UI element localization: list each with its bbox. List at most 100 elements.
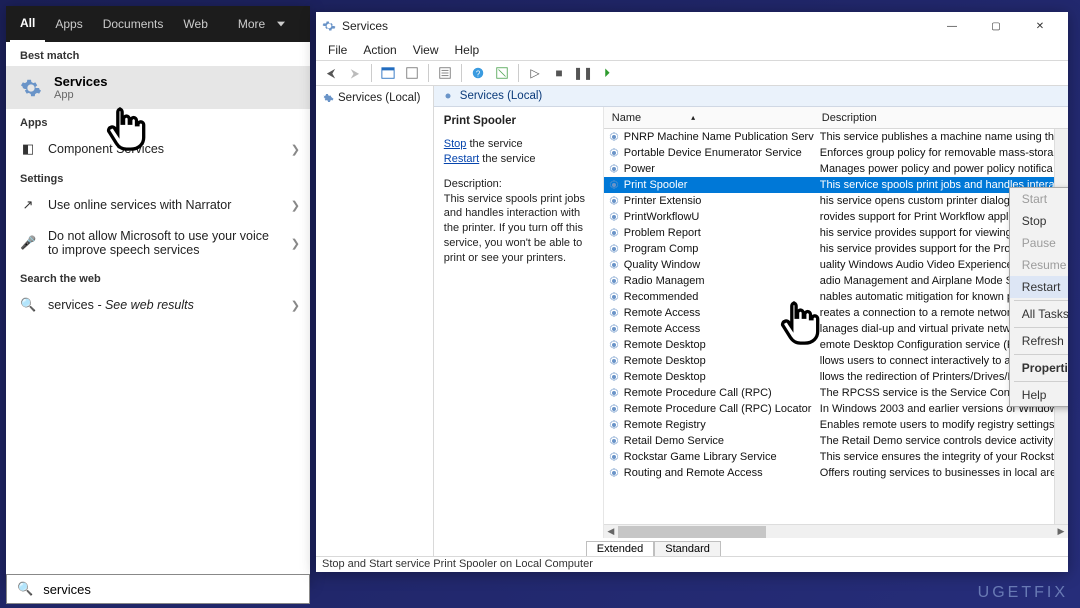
service-row[interactable]: Portable Device Enumerator ServiceEnforc… <box>604 145 1068 161</box>
service-row[interactable]: Remote Accessreates a connection to a re… <box>604 305 1068 321</box>
service-row[interactable]: Radio Managemadio Management and Airplan… <box>604 273 1068 289</box>
service-row[interactable]: Quality Windowuality Windows Audio Video… <box>604 257 1068 273</box>
service-row[interactable]: Remote Desktopllows the redirection of P… <box>604 369 1068 385</box>
pane-tabs: Extended Standard <box>434 538 1068 556</box>
search-input-value[interactable]: services <box>43 582 91 597</box>
service-row[interactable]: Remote Procedure Call (RPC) LocatorIn Wi… <box>604 401 1068 417</box>
col-description[interactable]: Description <box>814 112 1068 124</box>
tab-more[interactable]: More <box>218 17 295 31</box>
gear-icon <box>322 19 336 33</box>
service-row[interactable]: PowerManages power policy and power poli… <box>604 161 1068 177</box>
service-row[interactable]: PrintWorkflowUrovides support for Print … <box>604 209 1068 225</box>
stop-service-button[interactable]: ■ <box>548 63 570 83</box>
service-row[interactable]: Retail Demo ServiceThe Retail Demo servi… <box>604 433 1068 449</box>
horizontal-scrollbar[interactable]: ◀ ▶ <box>604 524 1068 538</box>
stop-link[interactable]: Stop <box>444 138 467 150</box>
service-row[interactable]: Print SpoolerThis service spools print j… <box>604 177 1068 193</box>
service-row[interactable]: Program Comphis service provides support… <box>604 241 1068 257</box>
best-match-item[interactable]: Services App <box>6 66 310 109</box>
component-icon: ◧ <box>20 141 36 157</box>
scroll-left-icon[interactable]: ◀ <box>604 526 618 537</box>
minimize-button[interactable]: — <box>930 12 974 40</box>
ctx-stop[interactable]: Stop <box>1010 210 1068 232</box>
tab-documents[interactable]: Documents <box>93 17 174 31</box>
sort-asc-icon: ▴ <box>691 113 695 122</box>
menu-file[interactable]: File <box>320 43 355 57</box>
ctx-refresh[interactable]: Refresh <box>1010 330 1068 352</box>
tab-web[interactable]: Web <box>173 17 217 31</box>
forward-button[interactable]: ⮞ <box>344 63 366 83</box>
scroll-right-icon[interactable]: ▶ <box>1054 526 1068 537</box>
service-name: Printer Extensio <box>604 195 814 207</box>
ctx-start[interactable]: Start <box>1010 188 1068 210</box>
service-description: This service ensures the integrity of yo… <box>814 451 1068 463</box>
pane-title: Services (Local) <box>434 86 1068 107</box>
web-result-services[interactable]: 🔍 services - See web results ❯ <box>6 289 310 321</box>
service-row[interactable]: Remote Desktopemote Desktop Configuratio… <box>604 337 1068 353</box>
service-description: Enables remote users to modify registry … <box>814 419 1068 431</box>
tab-standard[interactable]: Standard <box>654 541 721 556</box>
menu-action[interactable]: Action <box>355 43 404 57</box>
search-web-header: Search the web <box>6 265 310 289</box>
setting-speech-label: Do not allow Microsoft to use your voice… <box>48 229 278 257</box>
col-name[interactable]: Name <box>612 112 641 124</box>
right-pane: Services (Local) Print Spooler Stop the … <box>434 86 1068 556</box>
setting-speech[interactable]: 🎤 Do not allow Microsoft to use your voi… <box>6 221 310 265</box>
service-row[interactable]: PNRP Machine Name Publication Servi...Th… <box>604 129 1068 145</box>
watermark: UGETFIX <box>978 584 1068 602</box>
service-name: Routing and Remote Access <box>604 467 814 479</box>
export-button[interactable] <box>401 63 423 83</box>
ctx-help[interactable]: Help <box>1010 384 1068 406</box>
help-button[interactable]: ? <box>467 63 489 83</box>
service-name: Remote Desktop <box>604 339 814 351</box>
tab-all[interactable]: All <box>10 6 45 42</box>
start-service-button[interactable]: ▷ <box>524 63 546 83</box>
refresh-button[interactable] <box>491 63 513 83</box>
service-row[interactable]: Remote Desktopllows users to connect int… <box>604 353 1068 369</box>
close-button[interactable]: ✕ <box>1018 12 1062 40</box>
apps-header: Apps <box>6 109 310 133</box>
tab-extended[interactable]: Extended <box>586 541 654 556</box>
list-header[interactable]: Name ▴ Description <box>604 107 1068 129</box>
restart-link[interactable]: Restart <box>444 153 479 165</box>
service-name: PNRP Machine Name Publication Servi... <box>604 131 814 143</box>
service-row[interactable]: Problem Reporthis service provides suppo… <box>604 225 1068 241</box>
maximize-button[interactable]: ▢ <box>974 12 1018 40</box>
ctx-pause[interactable]: Pause <box>1010 232 1068 254</box>
menu-view[interactable]: View <box>405 43 447 57</box>
ctx-resume[interactable]: Resume <box>1010 254 1068 276</box>
ctx-properties[interactable]: Properties <box>1010 357 1068 379</box>
pause-service-button[interactable]: ❚❚ <box>572 63 594 83</box>
selected-service-name: Print Spooler <box>444 115 516 127</box>
service-name: Remote Desktop <box>604 371 814 383</box>
apps-component-services[interactable]: ◧ Component Services ❯ <box>6 133 310 165</box>
menu-help[interactable]: Help <box>447 43 488 57</box>
ctx-restart[interactable]: Restart <box>1010 276 1068 298</box>
service-row[interactable]: Recommendednables automatic mitigation f… <box>604 289 1068 305</box>
search-icon: 🔍 <box>17 581 33 597</box>
service-row[interactable]: Remote RegistryEnables remote users to m… <box>604 417 1068 433</box>
titlebar[interactable]: Services — ▢ ✕ <box>316 12 1068 40</box>
search-input-bar[interactable]: 🔍 services <box>6 574 310 604</box>
restart-service-button[interactable]: ⏵ <box>596 63 618 83</box>
service-name: Power <box>604 163 814 175</box>
ctx-all-tasks[interactable]: All Tasks <box>1010 303 1068 325</box>
properties-button[interactable] <box>434 63 456 83</box>
best-match-title: Services <box>54 74 108 89</box>
web-result-label: services - See web results <box>48 298 194 312</box>
service-row[interactable]: Remote Procedure Call (RPC)The RPCSS ser… <box>604 385 1068 401</box>
scroll-thumb[interactable] <box>618 526 766 538</box>
service-row[interactable]: Printer Extensiohis service opens custom… <box>604 193 1068 209</box>
tree-pane: Services (Local) <box>316 86 434 556</box>
tab-apps[interactable]: Apps <box>45 17 92 31</box>
service-name: Radio Managem <box>604 275 814 287</box>
setting-narrator[interactable]: ↗ Use online services with Narrator ❯ <box>6 189 310 221</box>
service-row[interactable]: Rockstar Game Library ServiceThis servic… <box>604 449 1068 465</box>
service-name: Quality Window <box>604 259 814 271</box>
back-button[interactable]: ⮜ <box>320 63 342 83</box>
service-row[interactable]: Routing and Remote AccessOffers routing … <box>604 465 1068 481</box>
tree-root[interactable]: Services (Local) <box>320 90 429 106</box>
service-row[interactable]: Remote Accesslanages dial-up and virtual… <box>604 321 1068 337</box>
show-hide-tree-button[interactable] <box>377 63 399 83</box>
mic-icon: 🎤 <box>20 235 36 251</box>
